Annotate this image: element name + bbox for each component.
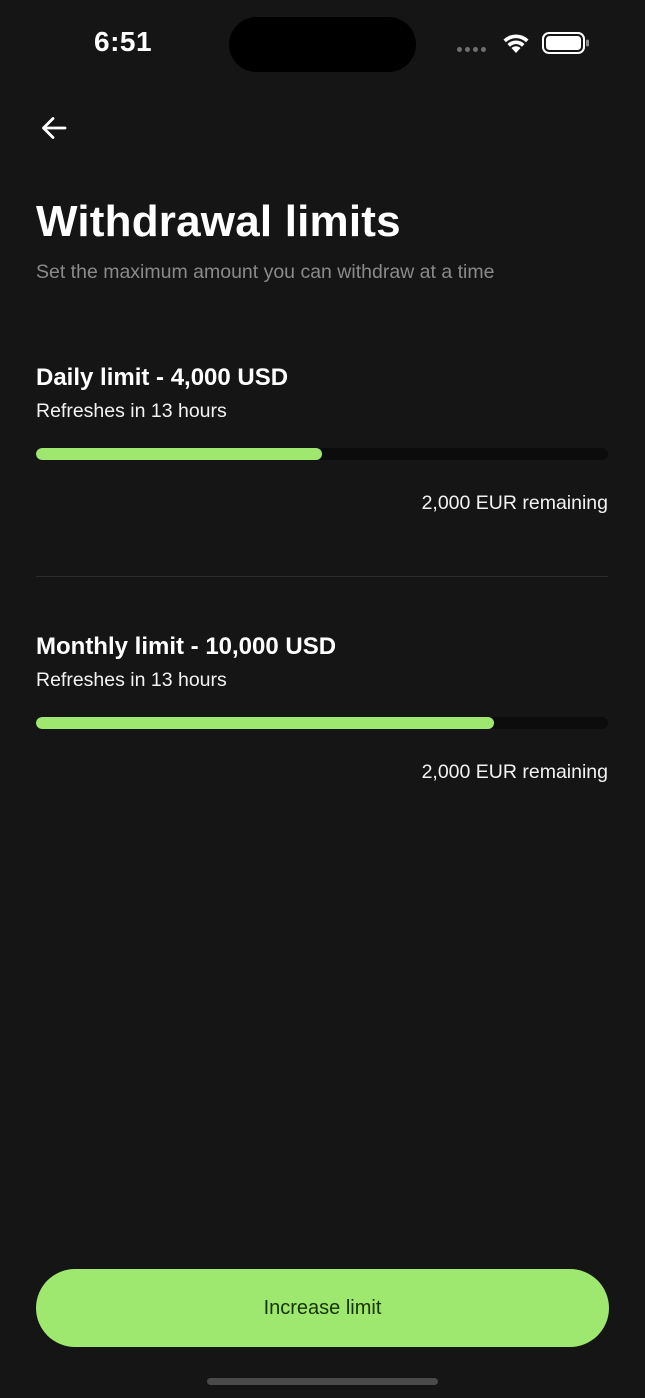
battery-icon: [542, 32, 589, 54]
monthly-limit-section: Monthly limit - 10,000 USD Refreshes in …: [36, 633, 608, 793]
wifi-icon: [503, 34, 529, 53]
page-title: Withdrawal limits: [36, 197, 401, 246]
limit-remaining-text: 2,000 EUR remaining: [421, 492, 608, 514]
limit-progress-bar: [36, 717, 608, 729]
arrow-left-icon[interactable]: [38, 112, 70, 144]
section-divider: [36, 576, 608, 577]
status-bar: 6:51: [0, 0, 645, 90]
limit-refresh-text: Refreshes in 13 hours: [36, 400, 227, 422]
page-subtitle: Set the maximum amount you can withdraw …: [36, 261, 495, 283]
limit-progress-fill: [36, 448, 322, 460]
cellular-dots-icon: [457, 47, 486, 52]
limit-remaining-text: 2,000 EUR remaining: [421, 761, 608, 783]
limit-progress-bar: [36, 448, 608, 460]
increase-limit-button[interactable]: Increase limit: [36, 1269, 609, 1347]
limit-progress-fill: [36, 717, 494, 729]
dynamic-island: [229, 17, 416, 72]
limit-title: Daily limit - 4,000 USD: [36, 364, 289, 391]
status-time: 6:51: [94, 26, 153, 57]
limit-refresh-text: Refreshes in 13 hours: [36, 669, 227, 691]
home-indicator: [207, 1378, 438, 1385]
limit-title: Monthly limit - 10,000 USD: [36, 633, 337, 660]
daily-limit-section: Daily limit - 4,000 USD Refreshes in 13 …: [36, 364, 608, 524]
